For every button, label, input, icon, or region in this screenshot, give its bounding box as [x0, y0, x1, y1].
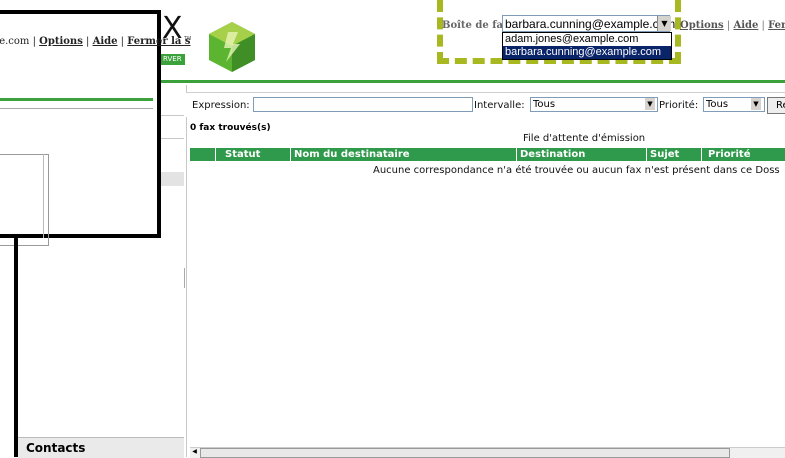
table-header: Statut Nom du destinataire Destination S…	[190, 148, 785, 161]
zoom-inset: le.com | Options | Aide | Fermer la s	[0, 10, 191, 246]
divider	[160, 115, 184, 116]
chevron-down-icon[interactable]: ▼	[751, 98, 761, 110]
empty-message: Aucune correspondance n'a été trouvée ou…	[373, 165, 780, 176]
inset-help-link[interactable]: Aide	[93, 36, 118, 47]
fax-box-select[interactable]: barbara.cunning@example.com	[502, 15, 675, 32]
column-header-priority[interactable]: Priorité	[708, 148, 750, 161]
result-count: 0 fax trouvés(s)	[190, 123, 271, 133]
options-link[interactable]: Options	[680, 20, 724, 31]
divider	[160, 138, 184, 139]
expression-label: Expression:	[192, 100, 250, 111]
header-divider	[155, 80, 785, 83]
inset-panel-inner	[0, 154, 44, 238]
priority-label: Priorité:	[659, 100, 699, 111]
scroll-left-icon[interactable]: ◀	[190, 448, 199, 456]
inset-divider	[0, 108, 153, 109]
column-header-subject[interactable]: Sujet	[650, 148, 679, 161]
contacts-label[interactable]: Contacts	[26, 441, 85, 455]
column-divider	[646, 148, 647, 161]
inset-green-rule	[0, 98, 153, 101]
column-header-recipient[interactable]: Nom du destinataire	[294, 148, 410, 161]
chevron-down-icon[interactable]: ▼	[645, 98, 655, 110]
logo-server-badge: RVER	[160, 54, 185, 65]
interval-select[interactable]: Tous	[530, 97, 658, 112]
inset-top-links: le.com | Options | Aide | Fermer la s	[0, 36, 191, 47]
close-link[interactable]: Ferme	[768, 20, 785, 31]
link-separator: |	[29, 36, 40, 47]
inset-email-tail: le.com	[0, 36, 30, 47]
link-separator: |	[117, 36, 128, 47]
expression-input[interactable]	[253, 97, 473, 112]
inset-close-link[interactable]: Fermer la s	[127, 36, 190, 47]
link-separator: |	[723, 20, 734, 31]
fax-box-option[interactable]: adam.jones@example.com	[503, 33, 671, 46]
inset-options-link[interactable]: Options	[39, 36, 83, 47]
help-link[interactable]: Aide	[733, 20, 758, 31]
queue-title: File d'attente d'émission	[523, 133, 646, 144]
inset-connector	[14, 238, 18, 457]
top-links: Options | Aide | Ferme	[680, 20, 785, 31]
fax-box-option-selected[interactable]: barbara.cunning@example.com	[503, 46, 671, 59]
column-divider	[701, 148, 702, 161]
column-header-status[interactable]: Statut	[225, 148, 260, 161]
interval-label: Intervalle:	[474, 100, 525, 111]
link-separator: |	[758, 20, 769, 31]
column-divider	[215, 148, 216, 161]
link-separator: |	[82, 36, 93, 47]
column-divider	[290, 148, 291, 161]
sidebar-selected-row[interactable]	[160, 172, 184, 186]
chevron-down-icon[interactable]: ▼	[657, 16, 671, 31]
fax-box-dropdown-list: adam.jones@example.com barbara.cunning@e…	[502, 32, 672, 60]
logo-hexagon-icon	[209, 22, 255, 72]
panel-splitter[interactable]	[184, 268, 185, 288]
column-header-destination[interactable]: Destination	[520, 148, 585, 161]
reset-button[interactable]: Re	[767, 97, 785, 114]
column-divider	[516, 148, 517, 161]
